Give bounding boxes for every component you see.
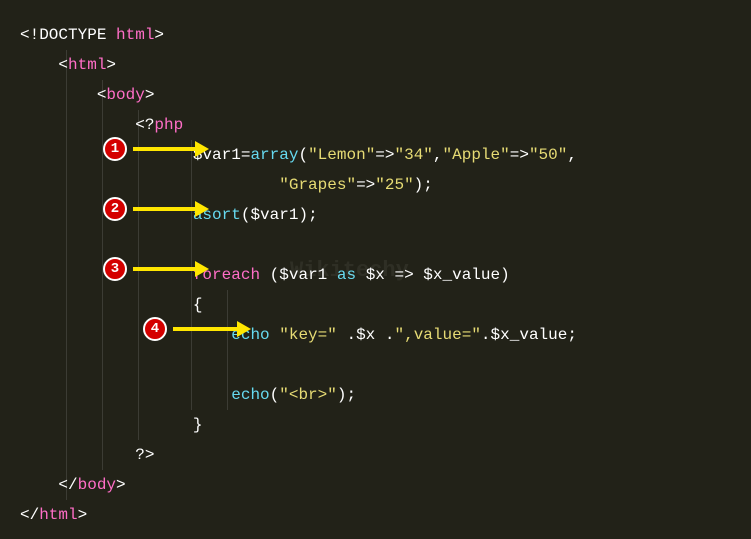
code-line-15: ?> — [20, 440, 731, 470]
code-line-16: </body> — [20, 470, 731, 500]
callout-2: 2 — [103, 197, 209, 221]
arrow-icon — [133, 201, 209, 217]
callout-1: 1 — [103, 137, 209, 161]
code-line-10: { — [20, 290, 731, 320]
code-line-2: <html> — [20, 50, 731, 80]
callout-3: 3 — [103, 257, 209, 281]
code-line-13: echo("<br>"); — [20, 380, 731, 410]
code-line-12 — [20, 350, 731, 380]
callout-badge: 1 — [103, 137, 127, 161]
code-line-14: } — [20, 410, 731, 440]
arrow-icon — [173, 321, 251, 337]
code-line-3: <body> — [20, 80, 731, 110]
code-line-8 — [20, 230, 731, 260]
arrow-icon — [133, 141, 209, 157]
arrow-icon — [133, 261, 209, 277]
code-line-1: <!DOCTYPE html> — [20, 20, 731, 50]
code-line-4: <?php — [20, 110, 731, 140]
code-line-11: echo "key=" .$x .",value=".$x_value; — [20, 320, 731, 350]
callout-badge: 2 — [103, 197, 127, 221]
callout-4: 4 — [143, 317, 251, 341]
callout-badge: 4 — [143, 317, 167, 341]
code-line-6: "Grapes"=>"25"); — [20, 170, 731, 200]
callout-badge: 3 — [103, 257, 127, 281]
code-line-17: </html> — [20, 500, 731, 530]
